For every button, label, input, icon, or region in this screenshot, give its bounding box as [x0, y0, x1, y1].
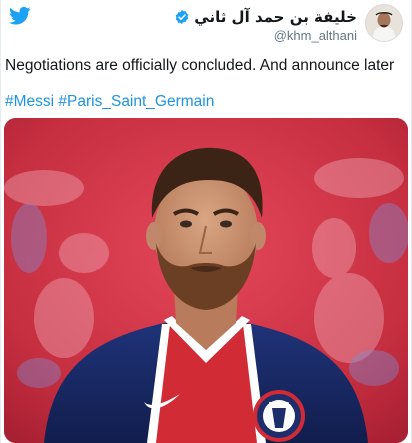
author-display-name[interactable]: خليفة بن حمد آل ثاني	[194, 8, 357, 26]
crest-text: PARIS	[269, 402, 290, 409]
tweet-media-photo[interactable]: PARIS	[4, 118, 408, 443]
tweet-card[interactable]: خليفة بن حمد آل ثاني @khm_althani Negoti…	[0, 0, 412, 443]
author-handle[interactable]: @khm_althani	[274, 28, 357, 43]
player-photo: PARIS	[4, 118, 408, 443]
psg-crest: PARIS	[253, 390, 305, 442]
tweet-hashtags: #Messi #Paris_Saint_Germain	[5, 93, 214, 111]
hashtag-messi[interactable]: #Messi	[5, 93, 54, 110]
tweet-text: Negotiations are officially concluded. A…	[5, 57, 395, 74]
twitter-bird-icon	[9, 6, 31, 25]
hashtag-psg[interactable]: #Paris_Saint_Germain	[58, 93, 214, 110]
tweet-author[interactable]: خليفة بن حمد آل ثاني @khm_althani	[174, 4, 403, 43]
verified-badge-icon	[175, 10, 189, 24]
avatar-image	[366, 5, 402, 41]
avatar[interactable]	[365, 4, 403, 42]
display-name-row: خليفة بن حمد آل ثاني	[174, 8, 357, 26]
author-names: خليفة بن حمد آل ثاني @khm_althani	[174, 4, 357, 43]
